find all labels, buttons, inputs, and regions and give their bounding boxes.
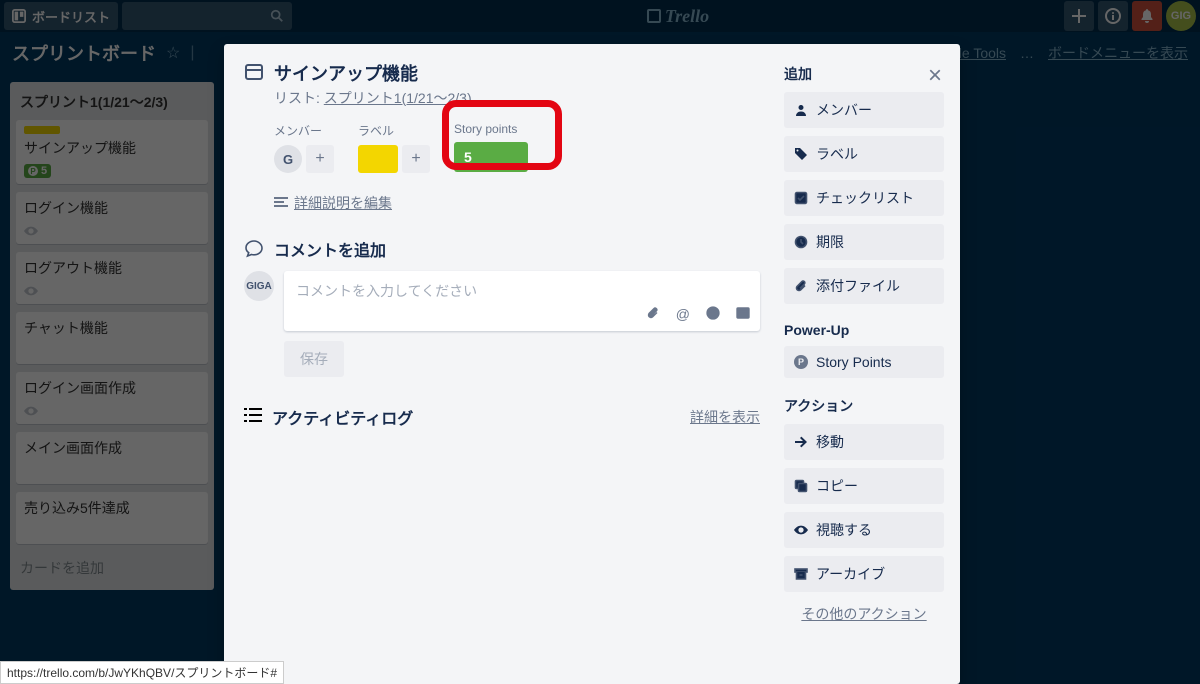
status-bar: https://trello.com/b/JwYKhQBV/スプリントボード# bbox=[0, 661, 284, 684]
archive-icon bbox=[794, 567, 808, 581]
comment-input[interactable]: コメントを入力してください @ bbox=[284, 271, 760, 331]
sidebar-other-actions-link[interactable]: その他のアクション bbox=[784, 604, 944, 624]
sidebar-section-powerup: Power-Up bbox=[784, 322, 944, 338]
mention-icon[interactable]: @ bbox=[676, 306, 690, 323]
sidebar-checklist-button[interactable]: チェックリスト bbox=[784, 180, 944, 216]
add-label-button[interactable]: + bbox=[402, 145, 430, 173]
align-left-icon bbox=[274, 197, 288, 209]
clock-icon bbox=[794, 235, 808, 249]
arrow-right-icon bbox=[794, 435, 808, 449]
sidebar-section-add: 追加 bbox=[784, 64, 944, 84]
add-member-button[interactable]: + bbox=[306, 145, 334, 173]
comment-placeholder: コメントを入力してください bbox=[296, 281, 748, 301]
sidebar-copy-button[interactable]: コピー bbox=[784, 468, 944, 504]
attachment-icon bbox=[794, 279, 808, 293]
activity-detail-link[interactable]: 詳細を表示 bbox=[690, 407, 760, 427]
eye-icon bbox=[794, 523, 808, 537]
tag-icon bbox=[794, 147, 808, 161]
comment-section-title: コメントを追加 bbox=[274, 237, 386, 261]
sidebar-archive-button[interactable]: アーカイブ bbox=[784, 556, 944, 592]
card-icon-tool[interactable] bbox=[736, 306, 750, 323]
labels-label: ラベル bbox=[358, 122, 430, 139]
sidebar-due-button[interactable]: 期限 bbox=[784, 224, 944, 260]
sidebar-attachment-button[interactable]: 添付ファイル bbox=[784, 268, 944, 304]
list-link[interactable]: スプリント1(1/21～2/3) bbox=[324, 90, 472, 106]
label-yellow[interactable] bbox=[358, 145, 398, 173]
card-icon bbox=[244, 62, 264, 82]
copy-icon bbox=[794, 479, 808, 493]
points-icon: P bbox=[794, 355, 808, 369]
attachment-icon[interactable] bbox=[646, 306, 660, 323]
sidebar-storypoints-button[interactable]: P Story Points bbox=[784, 346, 944, 378]
modal-sidebar: 追加 メンバー ラベル チェックリスト 期限 添付ファイル Power-Up P… bbox=[784, 44, 960, 684]
story-points-label: Story points bbox=[454, 122, 528, 136]
list-icon bbox=[244, 408, 262, 422]
edit-description-link[interactable]: 詳細説明を編集 bbox=[274, 193, 760, 213]
sidebar-labels-button[interactable]: ラベル bbox=[784, 136, 944, 172]
sidebar-subscribe-button[interactable]: 視聴する bbox=[784, 512, 944, 548]
story-points-value[interactable]: 5 bbox=[454, 142, 528, 172]
card-detail-modal: × サインアップ機能 リスト: スプリント1(1/21～2/3) メンバー G … bbox=[224, 44, 960, 684]
user-icon bbox=[794, 103, 808, 117]
sidebar-section-actions: アクション bbox=[784, 396, 944, 416]
comment-save-button[interactable]: 保存 bbox=[284, 341, 344, 377]
sidebar-move-button[interactable]: 移動 bbox=[784, 424, 944, 460]
member-avatar[interactable]: G bbox=[274, 145, 302, 173]
list-link-row: リスト: スプリント1(1/21～2/3) bbox=[274, 88, 760, 108]
close-button[interactable]: × bbox=[928, 62, 942, 90]
comment-icon bbox=[245, 240, 263, 258]
emoji-icon[interactable] bbox=[706, 306, 720, 323]
members-label: メンバー bbox=[274, 122, 334, 139]
activity-section-title: アクティビティログ bbox=[272, 405, 413, 429]
modal-card-title[interactable]: サインアップ機能 bbox=[274, 60, 760, 86]
checklist-icon bbox=[794, 191, 808, 205]
comment-avatar: GIGA bbox=[244, 271, 274, 301]
sidebar-members-button[interactable]: メンバー bbox=[784, 92, 944, 128]
